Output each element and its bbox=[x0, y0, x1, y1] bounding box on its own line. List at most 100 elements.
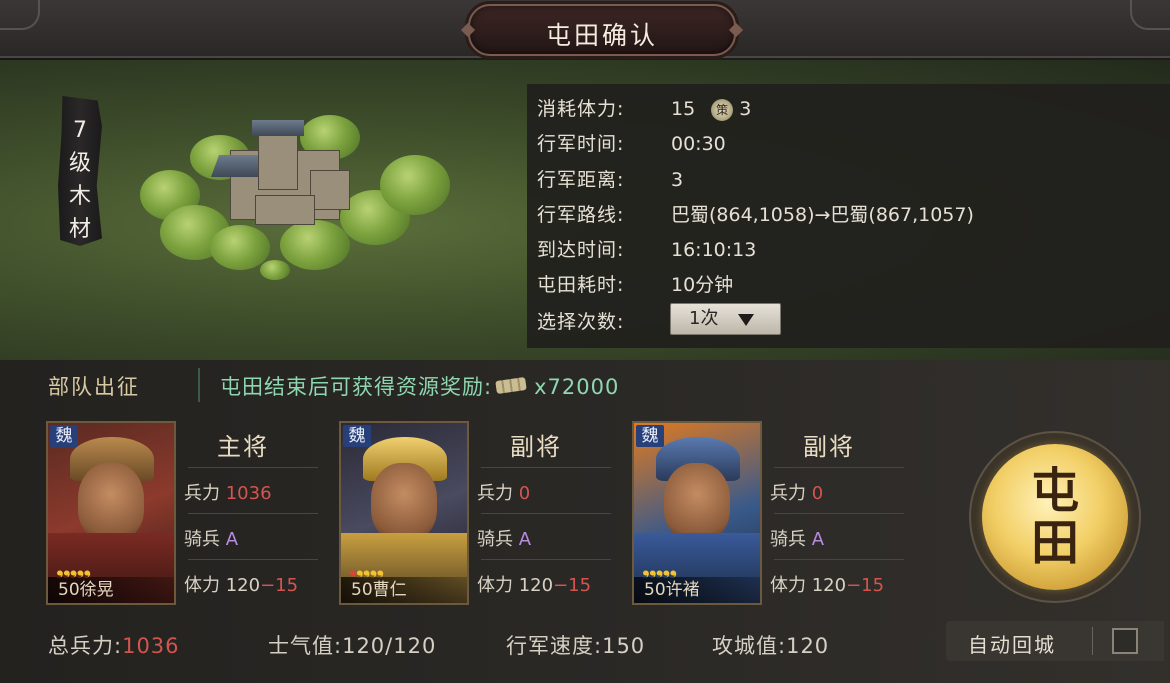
general-level-name: 50许褚 bbox=[634, 577, 760, 603]
stat-value: 0 bbox=[518, 483, 531, 504]
general-role: 主将 bbox=[217, 433, 269, 461]
info-value: 3 bbox=[671, 169, 684, 191]
info-row-arrival-time: 到达时间: 16:10:13 bbox=[537, 235, 756, 262]
triangle-down-icon bbox=[738, 314, 754, 326]
stat-value: 1036 bbox=[225, 483, 272, 504]
divider bbox=[188, 513, 318, 514]
wood-resource-icon bbox=[495, 376, 527, 395]
general-card-vice-1[interactable]: 魏 ❟❟❟❟❟ 50曹仁 副将 兵力 0 骑兵 A 体力 120−15 bbox=[339, 421, 627, 605]
info-row-march-route: 行军路线: 巴蜀(864,1058)→巴蜀(867,1057) bbox=[537, 200, 974, 227]
count-select-value: 1次 bbox=[689, 308, 719, 329]
general-portrait: 魏 ❟❟❟❟❟ 50徐晃 bbox=[46, 421, 176, 605]
corner-ornament bbox=[0, 0, 40, 30]
stat-value: 120 bbox=[518, 575, 554, 596]
info-value: 3 bbox=[739, 98, 752, 120]
tile-level-text: 7 级 木 材 bbox=[64, 114, 96, 246]
title-plate: 屯田确认 bbox=[460, 4, 744, 56]
stat-value: 120 bbox=[811, 575, 847, 596]
info-value: 00:30 bbox=[671, 133, 726, 155]
faction-badge: 魏 bbox=[50, 425, 78, 447]
dialog-title: 屯田确认 bbox=[545, 21, 658, 50]
general-card-vice-2[interactable]: 魏 ❟❟❟❟❟ 50许褚 副将 兵力 0 骑兵 A 体力 120−15 bbox=[632, 421, 920, 605]
stat-value: 120 bbox=[225, 575, 261, 596]
face bbox=[371, 463, 437, 541]
stat-label: 体力 bbox=[770, 575, 806, 596]
footer-value: 120 bbox=[786, 634, 830, 658]
auto-return-label: 自动回城 bbox=[968, 633, 1056, 657]
info-value: 15 bbox=[671, 98, 696, 120]
general-role: 副将 bbox=[510, 433, 562, 461]
tree bbox=[380, 155, 450, 215]
tile-level-char: 级 bbox=[68, 151, 91, 176]
divider bbox=[774, 559, 904, 560]
info-label: 行军路线: bbox=[537, 204, 625, 226]
reward-text: 屯田结束后可获得资源奖励: x72000 bbox=[220, 371, 619, 401]
stat-unit-type: 骑兵 A bbox=[770, 525, 824, 551]
divider bbox=[1092, 627, 1093, 655]
stat-label: 体力 bbox=[477, 575, 513, 596]
house bbox=[255, 195, 315, 225]
info-label: 行军距离: bbox=[537, 169, 625, 191]
divider bbox=[774, 467, 904, 468]
stat-troops: 兵力 0 bbox=[477, 479, 530, 505]
stat-troops: 兵力 1036 bbox=[184, 479, 272, 505]
footer-label: 行军速度: bbox=[506, 634, 603, 658]
strategy-point-icon: 策 bbox=[711, 99, 734, 121]
faction-badge: 魏 bbox=[636, 425, 664, 447]
stat-stamina: 体力 120−15 bbox=[770, 571, 884, 597]
corner-ornament bbox=[1130, 0, 1170, 30]
stat-troops: 兵力 0 bbox=[770, 479, 823, 505]
general-level-name: 50徐晃 bbox=[48, 577, 174, 603]
lumber-town-image bbox=[140, 110, 450, 280]
stat-stamina: 体力 120−15 bbox=[477, 571, 591, 597]
face bbox=[78, 463, 144, 541]
farm-confirm-button[interactable]: 屯 田 bbox=[982, 444, 1128, 590]
general-level-name: 50曹仁 bbox=[341, 577, 467, 603]
stat-cost: −15 bbox=[260, 575, 299, 596]
info-row-march-time: 行军时间: 00:30 bbox=[537, 129, 726, 156]
stat-label: 骑兵 bbox=[184, 529, 220, 550]
divider bbox=[188, 559, 318, 560]
reward-value: x72000 bbox=[534, 375, 620, 399]
stat-label: 骑兵 bbox=[477, 529, 513, 550]
general-portrait: 魏 ❟❟❟❟❟ 50曹仁 bbox=[339, 421, 469, 605]
info-value: 10分钟 bbox=[671, 274, 734, 296]
tree bbox=[260, 260, 290, 280]
stat-label: 兵力 bbox=[770, 483, 806, 504]
stat-unit-type: 骑兵 A bbox=[477, 525, 531, 551]
general-role: 副将 bbox=[803, 433, 855, 461]
siege-value: 攻城值:120 bbox=[712, 630, 829, 660]
general-card-main[interactable]: 魏 ❟❟❟❟❟ 50徐晃 主将 兵力 1036 骑兵 A 体力 120−15 bbox=[46, 421, 334, 605]
auto-return-checkbox[interactable] bbox=[1112, 628, 1138, 654]
footer-value: 120/120 bbox=[342, 634, 437, 658]
tree bbox=[280, 220, 350, 270]
footer-label: 总兵力: bbox=[48, 634, 123, 658]
house bbox=[310, 170, 350, 210]
morale: 士气值:120/120 bbox=[268, 630, 436, 660]
divider bbox=[481, 559, 611, 560]
stat-label: 骑兵 bbox=[770, 529, 806, 550]
count-select-dropdown[interactable]: 1次 bbox=[670, 303, 781, 335]
total-troops: 总兵力:1036 bbox=[48, 630, 180, 660]
star-rating: ❟❟❟❟❟ bbox=[642, 555, 677, 579]
footer-value: 1036 bbox=[122, 634, 180, 658]
general-stats: 主将 兵力 1036 骑兵 A 体力 120−15 bbox=[178, 421, 328, 605]
general-stats: 副将 兵力 0 骑兵 A 体力 120−15 bbox=[471, 421, 621, 605]
footer-label: 攻城值: bbox=[712, 634, 787, 658]
star-rating: ❟❟❟❟❟ bbox=[349, 555, 384, 579]
star-rating: ❟❟❟❟❟ bbox=[56, 555, 91, 579]
info-value: 16:10:13 bbox=[671, 239, 757, 261]
tile-level-char: 木 bbox=[68, 184, 91, 209]
stat-label: 体力 bbox=[184, 575, 220, 596]
info-row-farm-duration: 屯田耗时: 10分钟 bbox=[537, 270, 733, 297]
march-info-panel: 消耗体力: 15 策 3 行军时间: 00:30 行军距离: 3 行军路线: 巴蜀(864,… bbox=[527, 84, 1170, 348]
divider bbox=[774, 513, 904, 514]
stat-value: A bbox=[225, 529, 239, 550]
stat-label: 兵力 bbox=[477, 483, 513, 504]
tile-level-char: 材 bbox=[68, 217, 91, 242]
stat-stamina: 体力 120−15 bbox=[184, 571, 298, 597]
info-label: 到达时间: bbox=[537, 239, 625, 261]
stat-cost: −15 bbox=[553, 575, 592, 596]
button-char: 田 bbox=[1030, 515, 1079, 571]
info-value: 巴蜀(864,1058)→巴蜀(867,1057) bbox=[671, 204, 974, 226]
